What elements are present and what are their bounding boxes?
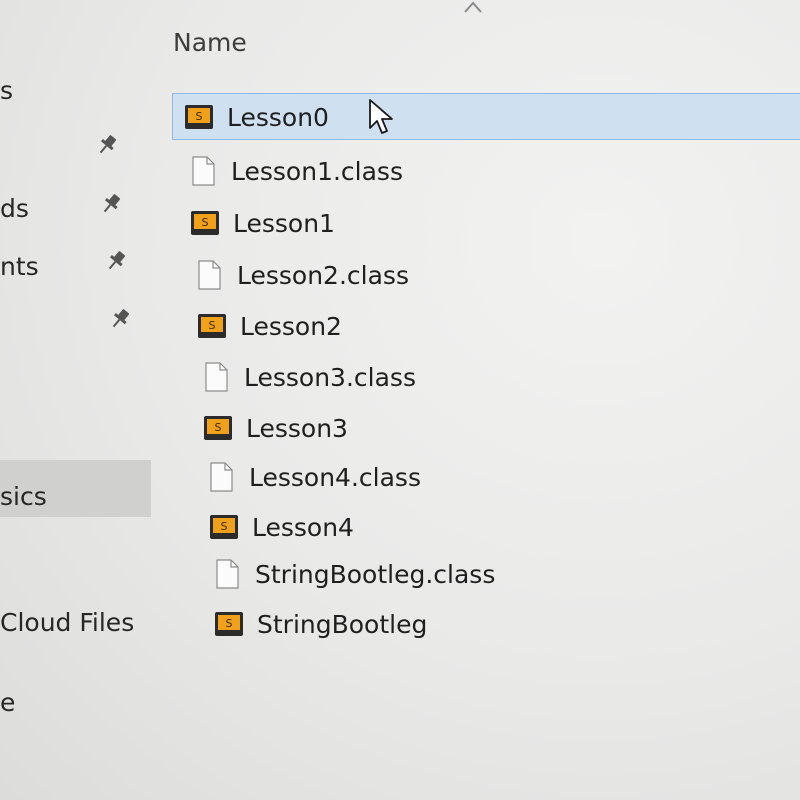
file-row[interactable]: StringBootleg.class (212, 554, 495, 594)
sublime-text-icon: S (184, 102, 214, 132)
file-name: Lesson3 (246, 413, 348, 443)
class-file-icon (206, 462, 236, 492)
file-list: S Lesson0 Lesson1.class S Lesson1 Lesson… (0, 0, 800, 800)
class-file-icon (194, 260, 224, 290)
file-name: Lesson3.class (244, 362, 416, 392)
file-row[interactable]: S Lesson2 (197, 306, 342, 346)
class-file-icon (212, 559, 242, 589)
svg-text:S: S (215, 421, 222, 434)
file-explorer-window: Name s ds nts sics Cloud Files e S Lesso… (0, 0, 800, 800)
class-file-icon (201, 362, 231, 392)
file-name: Lesson4 (252, 512, 354, 542)
sublime-text-icon: S (197, 311, 227, 341)
svg-text:S: S (221, 520, 228, 533)
sublime-text-icon: S (203, 413, 233, 443)
file-name: Lesson1.class (231, 156, 403, 186)
file-row[interactable]: Lesson3.class (201, 357, 416, 397)
class-file-icon (188, 156, 218, 186)
file-name: Lesson1 (233, 208, 335, 238)
file-name: Lesson0 (227, 102, 329, 132)
file-row[interactable]: Lesson2.class (194, 255, 409, 295)
file-name: Lesson2 (240, 311, 342, 341)
file-row[interactable]: S Lesson0 (184, 97, 329, 137)
file-row[interactable]: Lesson4.class (206, 457, 421, 497)
svg-text:S: S (209, 319, 216, 332)
file-name: StringBootleg (257, 609, 428, 639)
file-row[interactable]: S StringBootleg (214, 604, 427, 644)
file-row[interactable]: S Lesson3 (203, 408, 348, 448)
file-row[interactable]: S Lesson1 (190, 203, 335, 243)
mouse-cursor-icon (369, 99, 393, 134)
svg-text:S: S (226, 617, 233, 630)
file-row[interactable]: S Lesson4 (209, 507, 354, 547)
sublime-text-icon: S (190, 208, 220, 238)
file-name: Lesson4.class (249, 462, 421, 492)
svg-text:S: S (196, 110, 203, 123)
sublime-text-icon: S (214, 609, 244, 639)
file-row[interactable]: Lesson1.class (188, 151, 403, 191)
sublime-text-icon: S (209, 512, 239, 542)
svg-text:S: S (202, 216, 209, 229)
file-name: StringBootleg.class (255, 559, 496, 589)
file-name: Lesson2.class (237, 260, 409, 290)
